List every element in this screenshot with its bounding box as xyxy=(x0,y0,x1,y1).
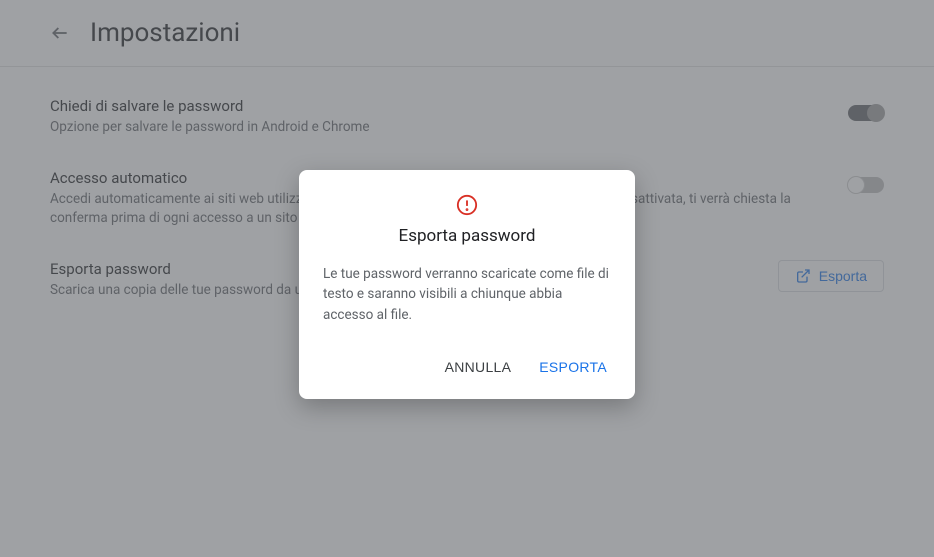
export-password-dialog: Esporta password Le tue password verrann… xyxy=(299,170,635,399)
dialog-actions: ANNULLA ESPORTA xyxy=(323,353,611,387)
modal-overlay[interactable]: Esporta password Le tue password verrann… xyxy=(0,0,934,557)
cancel-button[interactable]: ANNULLA xyxy=(441,353,516,381)
confirm-export-button[interactable]: ESPORTA xyxy=(535,353,611,381)
alert-icon xyxy=(323,194,611,216)
dialog-title: Esporta password xyxy=(323,226,611,246)
dialog-body: Le tue password verranno scaricate come … xyxy=(323,264,611,325)
